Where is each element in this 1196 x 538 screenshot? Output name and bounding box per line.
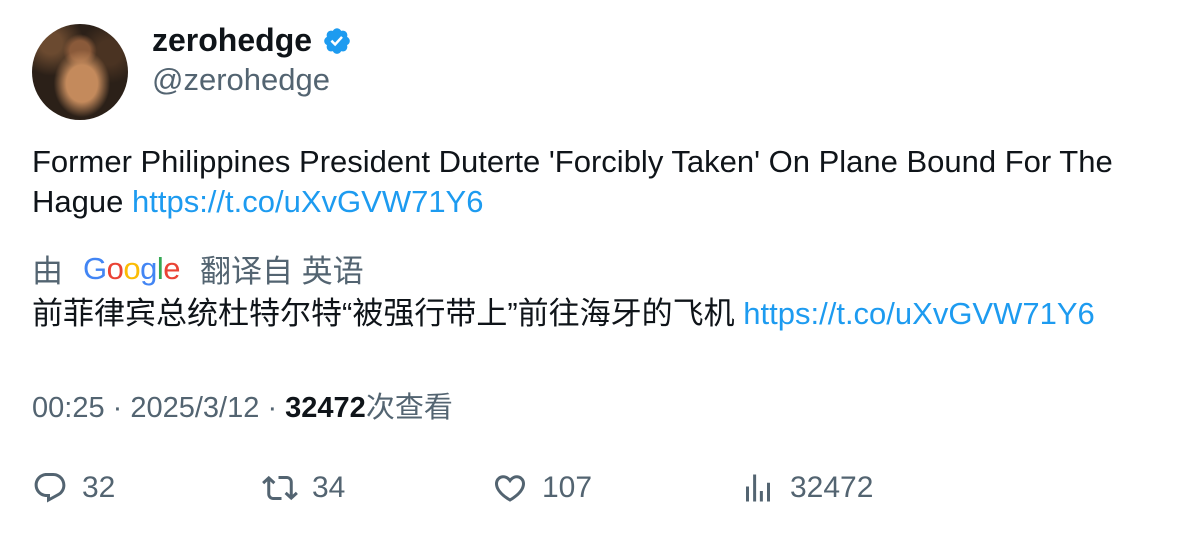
translated-text: 前菲律宾总统杜特尔特“被强行带上”前往海牙的飞机 https://t.co/uX…	[32, 294, 1172, 334]
views-label: 次查看	[365, 392, 453, 424]
tweet-time[interactable]: 00:25	[32, 392, 105, 424]
translated-body: 前菲律宾总统杜特尔特“被强行带上”前往海牙的飞机	[32, 296, 735, 331]
action-bar: 32 34 107 32472	[32, 470, 1172, 514]
tweet-link[interactable]: https://t.co/uXvGVW71Y6	[132, 184, 484, 219]
retweet-button[interactable]: 34	[262, 470, 345, 506]
translation-suffix: 翻译自 英语	[200, 254, 364, 289]
translation-attribution: 由 Google 翻译自 英语	[32, 246, 364, 291]
retweet-count: 34	[312, 471, 346, 504]
tweet-text: Former Philippines President Duterte 'Fo…	[32, 142, 1172, 222]
tweet-meta: 00:25 · 2025/3/12 · 32472次查看	[32, 384, 453, 426]
reply-icon	[34, 473, 66, 503]
display-name[interactable]: zerohedge	[152, 22, 312, 59]
translation-prefix: 由	[32, 254, 63, 289]
heart-icon	[494, 475, 526, 502]
meta-separator: ·	[267, 392, 286, 424]
retweet-icon	[262, 475, 298, 501]
like-count: 107	[542, 471, 593, 504]
views-count-action: 32472	[790, 471, 874, 504]
reply-button[interactable]: 32	[32, 470, 115, 506]
views-count: 32472	[285, 392, 366, 424]
user-handle[interactable]: @zerohedge	[152, 62, 330, 98]
author-name-row: zerohedge	[152, 22, 352, 59]
views-button[interactable]: 32472	[740, 470, 873, 506]
verified-badge-icon	[324, 27, 350, 54]
reply-count: 32	[82, 471, 116, 504]
meta-separator: ·	[112, 392, 131, 424]
like-button[interactable]: 107	[492, 470, 592, 506]
google-logo: Google	[83, 250, 181, 286]
avatar[interactable]	[32, 24, 128, 120]
analytics-icon	[746, 474, 770, 502]
translated-link[interactable]: https://t.co/uXvGVW71Y6	[743, 296, 1095, 331]
tweet-date[interactable]: 2025/3/12	[130, 392, 259, 424]
